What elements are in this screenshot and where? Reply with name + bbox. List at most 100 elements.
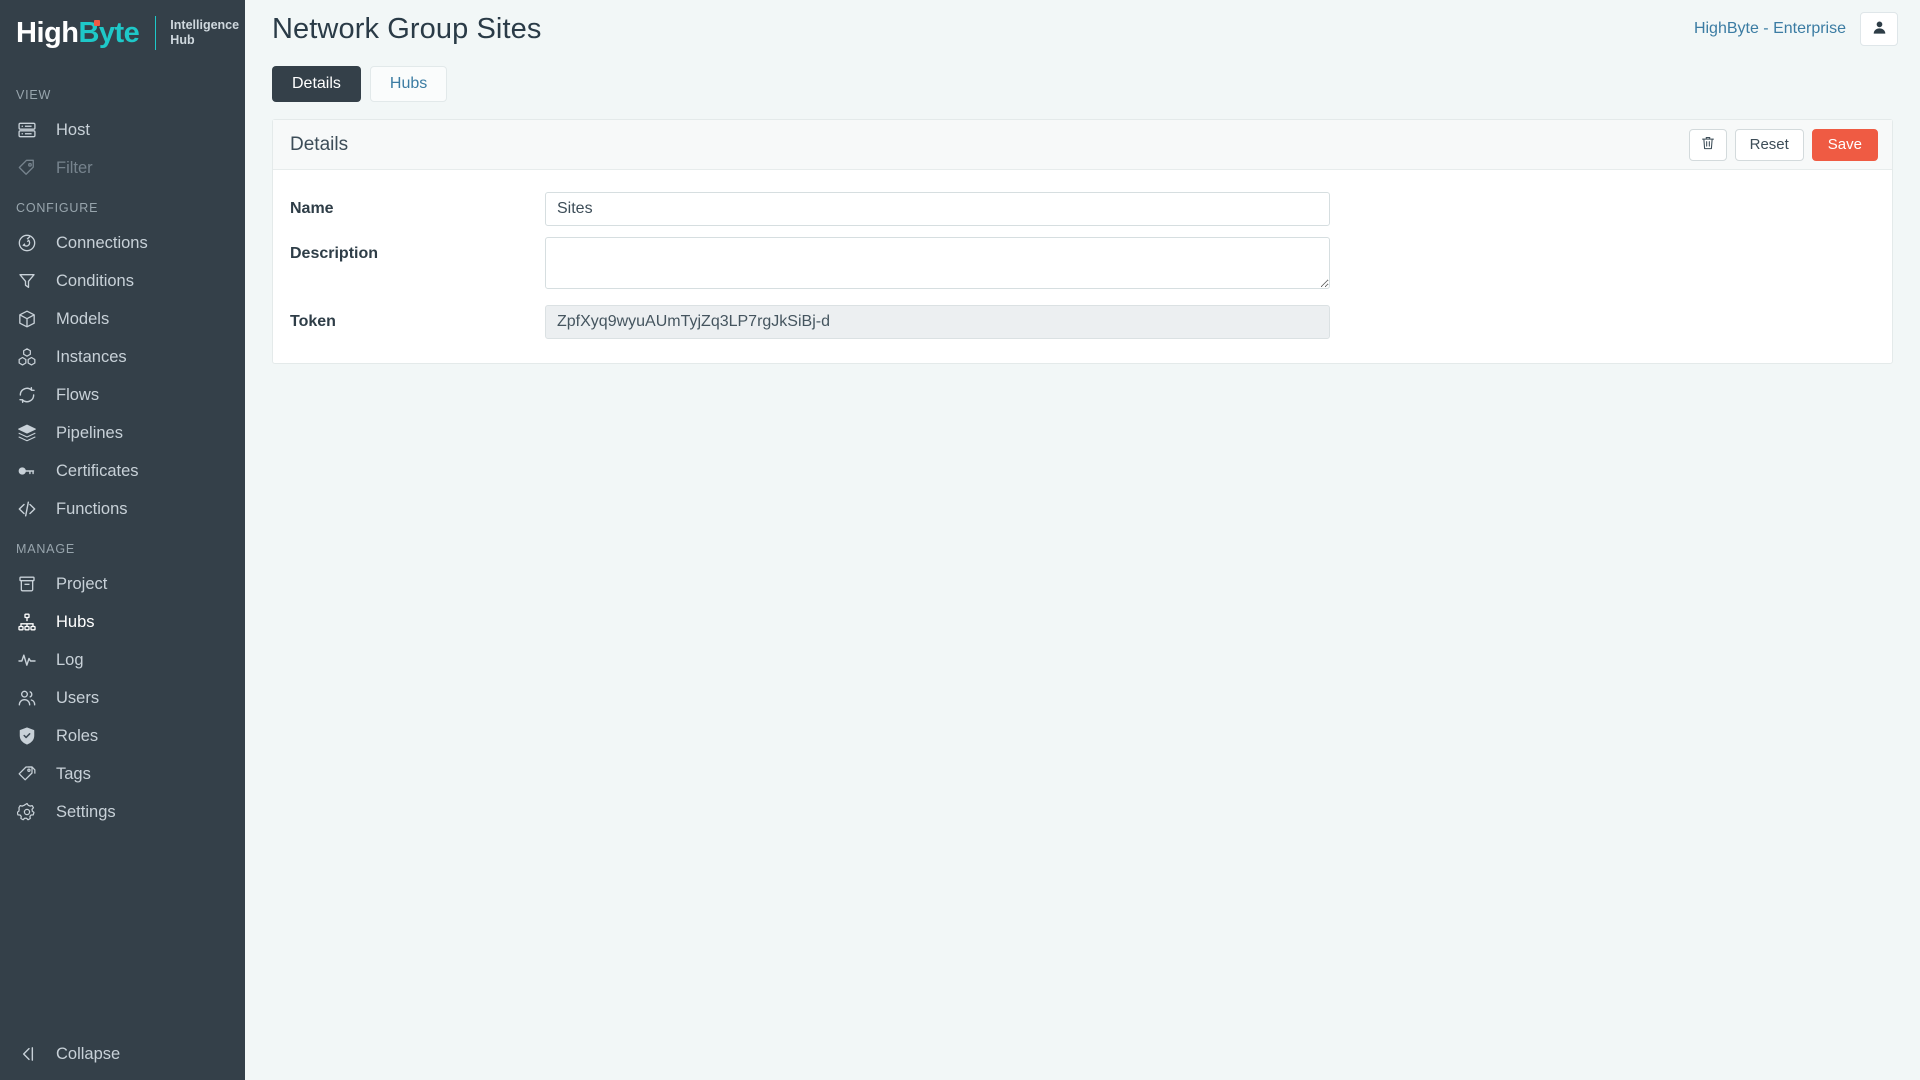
brand-logo[interactable]: HighByte Intelligence Hub xyxy=(0,0,245,66)
tag-icon xyxy=(16,157,38,179)
sidebar-item-label: Filter xyxy=(56,158,93,177)
sync-icon xyxy=(16,384,38,406)
sidebar-item-conditions[interactable]: Conditions xyxy=(0,262,245,300)
sidebar-item-pipelines[interactable]: Pipelines xyxy=(0,414,245,452)
sidebar-item-label: Tags xyxy=(56,764,91,783)
form-row-description: Description xyxy=(273,237,1892,294)
sidebar-item-certificates[interactable]: Certificates xyxy=(0,452,245,490)
app-root: HighByte Intelligence Hub VIEW Host Filt… xyxy=(0,0,1920,1080)
description-textarea[interactable] xyxy=(545,237,1330,289)
page-title: Network Group Sites xyxy=(272,12,542,45)
collapse-sidebar-button[interactable]: Collapse xyxy=(0,1028,245,1080)
user-menu-button[interactable] xyxy=(1860,12,1898,46)
box-icon xyxy=(16,308,38,330)
description-control xyxy=(545,237,1330,294)
tenant-link[interactable]: HighByte - Enterprise xyxy=(1694,20,1846,38)
sidebar-item-instances[interactable]: Instances xyxy=(0,338,245,376)
nav-section-view: VIEW xyxy=(16,88,52,102)
logo-dot-icon xyxy=(94,19,100,26)
sidebar-item-hubs[interactable]: Hubs xyxy=(0,603,245,641)
tags-icon xyxy=(16,763,38,785)
token-input xyxy=(545,305,1330,339)
form-row-token: Token xyxy=(273,305,1892,339)
sidebar-item-roles[interactable]: Roles xyxy=(0,717,245,755)
sidebar-item-label: Flows xyxy=(56,385,100,404)
sidebar-item-label: Log xyxy=(56,650,84,669)
sidebar-item-label: Project xyxy=(56,574,108,593)
sidebar-item-project[interactable]: Project xyxy=(0,565,245,603)
content-area: Details Reset Save Name Sites Descriptio… xyxy=(245,102,1920,364)
server-icon xyxy=(16,119,38,141)
details-form: Name Description Token xyxy=(273,170,1892,363)
sidebar-item-functions[interactable]: Functions xyxy=(0,490,245,528)
plug-circle-icon xyxy=(16,232,38,254)
sidebar-item-label: Settings xyxy=(56,802,116,821)
highbyte-wordmark: HighByte xyxy=(16,16,140,49)
top-bar-right: HighByte - Enterprise xyxy=(1694,12,1898,46)
brand-subtitle-line2: Hub xyxy=(170,33,195,47)
brand-subtitle: Intelligence Hub xyxy=(170,18,239,48)
sitemap-icon xyxy=(16,611,38,633)
sidebar-nav: VIEW Host Filter CONFIGURE Connections C… xyxy=(0,66,245,1028)
form-row-name: Name xyxy=(273,192,1892,226)
sidebar-item-settings[interactable]: Settings xyxy=(0,793,245,831)
name-label: Name xyxy=(290,200,334,217)
brand-divider xyxy=(155,16,157,50)
cubes-icon xyxy=(16,346,38,368)
pulse-icon xyxy=(16,649,38,671)
name-control xyxy=(545,192,1330,226)
logo-byte-text: Byte xyxy=(78,16,140,49)
delete-button[interactable] xyxy=(1688,128,1727,161)
collapse-label: Collapse xyxy=(56,1044,121,1063)
sidebar-item-label: Hubs xyxy=(56,612,95,631)
card-action-buttons: Reset Save xyxy=(1688,128,1878,161)
details-card-header: Details Reset Save xyxy=(273,120,1892,170)
tab-details[interactable]: Details xyxy=(272,66,361,102)
gear-icon xyxy=(16,801,38,823)
archive-icon xyxy=(16,573,38,595)
code-icon xyxy=(16,498,38,520)
sidebar-item-tags[interactable]: Tags xyxy=(0,755,245,793)
token-control xyxy=(545,305,1330,339)
main-area: Network Group Sites HighByte - Enterpris… xyxy=(245,0,1920,1080)
sidebar-item-models[interactable]: Models xyxy=(0,300,245,338)
layers-icon xyxy=(16,422,38,444)
users-icon xyxy=(16,687,38,709)
arrow-left-to-bar-icon xyxy=(16,1043,38,1065)
sidebar-item-label: Certificates xyxy=(56,461,139,480)
sidebar-item-label: Pipelines xyxy=(56,423,123,442)
save-button[interactable]: Save xyxy=(1811,128,1878,161)
tab-bar: Details Hubs xyxy=(245,58,1920,102)
sidebar-item-log[interactable]: Log xyxy=(0,641,245,679)
user-icon xyxy=(1871,19,1888,39)
nav-section-configure: CONFIGURE xyxy=(16,201,99,215)
sidebar-item-flows[interactable]: Flows xyxy=(0,376,245,414)
key-icon xyxy=(16,460,38,482)
funnel-icon xyxy=(16,270,38,292)
sidebar-item-connections[interactable]: Connections xyxy=(0,224,245,262)
sidebar-item-label: Roles xyxy=(56,726,99,745)
nav-section-manage: MANAGE xyxy=(16,542,75,556)
sidebar: HighByte Intelligence Hub VIEW Host Filt… xyxy=(0,0,245,1080)
tab-hubs[interactable]: Hubs xyxy=(369,66,448,102)
sidebar-item-label: Instances xyxy=(56,347,127,366)
sidebar-item-label: Host xyxy=(56,120,90,139)
sidebar-item-filter: Filter xyxy=(0,149,245,187)
sidebar-item-users[interactable]: Users xyxy=(0,679,245,717)
description-label: Description xyxy=(290,245,379,262)
name-input[interactable] xyxy=(545,192,1330,226)
logo-high-text: High xyxy=(16,16,79,49)
reset-button[interactable]: Reset xyxy=(1734,128,1804,161)
top-bar: Network Group Sites HighByte - Enterpris… xyxy=(245,0,1920,58)
sidebar-item-label: Models xyxy=(56,309,110,328)
sidebar-item-host[interactable]: Host xyxy=(0,111,245,149)
sidebar-item-label: Users xyxy=(56,688,100,707)
trash-icon xyxy=(1700,135,1716,155)
brand-subtitle-line1: Intelligence xyxy=(170,18,240,32)
sidebar-item-label: Functions xyxy=(56,499,128,518)
details-card: Details Reset Save Name Sites Descriptio… xyxy=(272,119,1893,364)
token-label: Token xyxy=(290,313,336,330)
card-title: Details xyxy=(290,133,349,155)
sidebar-item-label: Conditions xyxy=(56,271,134,290)
shield-check-icon xyxy=(16,725,38,747)
